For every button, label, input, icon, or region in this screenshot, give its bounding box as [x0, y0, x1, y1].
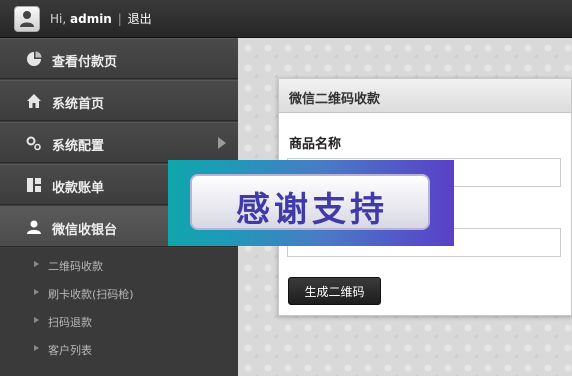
submenu-item-customers[interactable]: 客户列表: [0, 335, 238, 363]
sidebar-item-settings[interactable]: 系统配置: [0, 122, 238, 163]
thanks-banner-image: 感谢支持: [168, 160, 454, 246]
chevron-right-icon: [218, 137, 226, 149]
separator: |: [117, 12, 122, 26]
sidebar-item-home[interactable]: 系统首页: [0, 80, 238, 121]
submenu-item-label: 刷卡收款(扫码枪): [48, 288, 134, 301]
dashboard-icon: [27, 178, 41, 192]
top-bar: Hi, admin | 退出: [0, 0, 572, 38]
product-name-label: 商品名称: [289, 137, 342, 152]
submenu: 二维码收款 刷卡收款(扫码枪) 扫码退款 客户列表: [0, 248, 238, 376]
bullet-icon: [34, 289, 39, 295]
user-icon: [20, 11, 34, 27]
user-icon: [27, 220, 41, 234]
bullet-icon: [34, 317, 39, 323]
panel-header: 微信二维码收款: [279, 79, 571, 113]
submenu-item-refund[interactable]: 扫码退款: [0, 307, 238, 335]
gears-icon: [26, 136, 41, 151]
greeting-prefix: Hi,: [50, 12, 67, 26]
submenu-item-card-collect[interactable]: 刷卡收款(扫码枪): [0, 279, 238, 307]
banner-text: 感谢支持: [236, 190, 388, 230]
bullet-icon: [34, 345, 39, 351]
sidebar-item-label: 系统首页: [52, 97, 105, 112]
submenu-item-label: 扫码退款: [48, 316, 92, 329]
submenu-item-qr-collect[interactable]: 二维码收款: [0, 251, 238, 279]
pie-chart-icon: [27, 51, 42, 66]
avatar[interactable]: [14, 6, 40, 32]
sidebar-item-label: 系统配置: [52, 139, 105, 154]
username: admin: [70, 12, 112, 26]
sidebar-item-payment-page[interactable]: 查看付款页: [0, 38, 238, 79]
submenu-item-label: 客户列表: [48, 344, 92, 357]
greeting: Hi, admin | 退出: [50, 10, 152, 27]
bullet-icon: [34, 261, 39, 267]
banner-plate: 感谢支持: [190, 174, 430, 230]
sidebar-item-label: 收款账单: [52, 181, 105, 196]
sidebar-item-label: 查看付款页: [52, 55, 118, 70]
generate-qr-button[interactable]: 生成二维码: [288, 277, 381, 305]
sidebar-item-label: 微信收银台: [52, 223, 118, 238]
home-icon: [27, 94, 41, 108]
logout-link[interactable]: 退出: [128, 12, 152, 26]
panel-title: 微信二维码收款: [289, 92, 381, 107]
submenu-item-label: 二维码收款: [48, 260, 103, 273]
